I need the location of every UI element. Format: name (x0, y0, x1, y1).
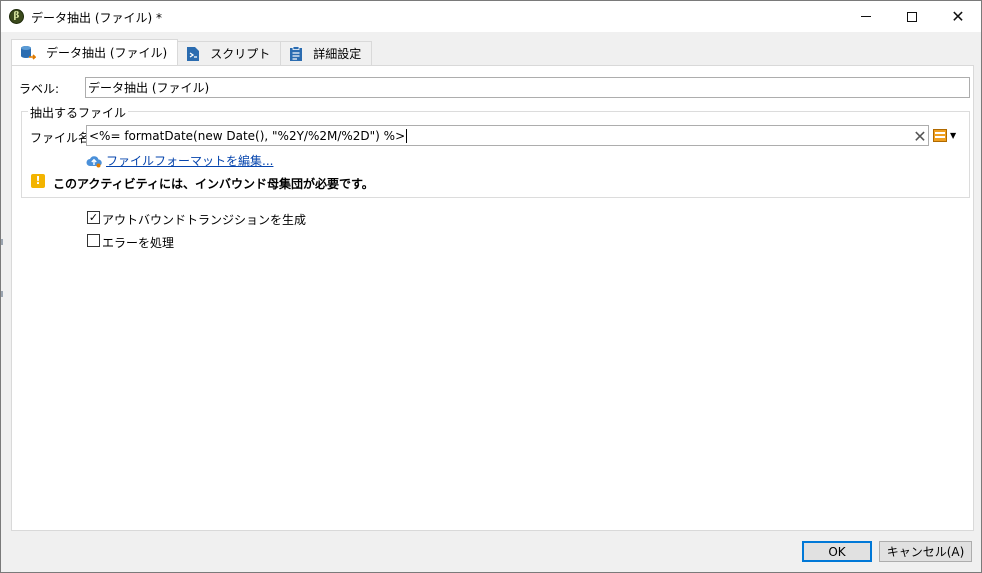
filename-value: <%= formatDate(new Date(), "%2Y/%2M/%2D"… (89, 128, 406, 143)
tab-script[interactable]: スクリプト (177, 41, 282, 65)
ok-button[interactable]: OK (802, 541, 872, 562)
script-file-icon (186, 46, 200, 62)
tab-data-extract[interactable]: データ抽出 (ファイル) (11, 39, 179, 65)
cloud-upload-icon (86, 155, 102, 167)
generate-outbound-checkbox[interactable]: ✓ (87, 211, 100, 224)
title-bar[interactable]: β データ抽出 (ファイル) * ✕ (1, 1, 981, 32)
process-errors-label[interactable]: エラーを処理 (102, 234, 174, 251)
tab-label: スクリプト (210, 47, 271, 61)
close-icon: ✕ (951, 6, 965, 26)
tab-advanced-settings[interactable]: 詳細設定 (280, 41, 373, 65)
text-cursor (406, 128, 408, 143)
edge-mark (1, 239, 3, 245)
warning-message: このアクティビティには、インバウンド母集団が必要です。 (53, 177, 374, 191)
edge-mark (1, 291, 3, 297)
tab-strip: データ抽出 (ファイル) スクリプト 詳細設定 (11, 39, 373, 65)
check-mark-icon: ✓ (88, 211, 99, 224)
expression-editor-button[interactable]: ▼ (933, 129, 956, 142)
window-title: データ抽出 (ファイル) * (31, 11, 162, 25)
tab-label: データ抽出 (ファイル) (46, 46, 168, 60)
tab-panel-data-extract: ラベル: データ抽出 (ファイル) 抽出するファイル ファイル名: <%= fo… (11, 65, 974, 531)
cancel-button[interactable]: キャンセル(A) (879, 541, 972, 562)
file-to-extract-group: 抽出するファイル ファイル名: <%= formatDate(new Date(… (21, 104, 970, 198)
close-button[interactable]: ✕ (935, 1, 981, 32)
dropdown-arrow-icon: ▼ (950, 131, 957, 140)
minimize-icon (861, 16, 871, 17)
app-logo-icon: β (9, 9, 24, 24)
database-extract-icon (20, 45, 36, 61)
process-errors-checkbox[interactable] (87, 234, 100, 247)
maximize-icon (907, 11, 917, 22)
label-caption: ラベル: (19, 82, 60, 96)
dialog-window: β データ抽出 (ファイル) * ✕ データ抽出 (ファイル) スクリプト 詳細… (0, 0, 982, 573)
warning-icon: ! (31, 174, 45, 188)
clipboard-icon (289, 45, 303, 62)
group-title: 抽出するファイル (28, 104, 129, 121)
clear-icon: ✕ (913, 126, 927, 146)
filename-caption: ファイル名: (30, 131, 95, 145)
minimize-button[interactable] (843, 1, 889, 32)
clear-filename-button[interactable]: ✕ (911, 126, 929, 146)
tab-label: 詳細設定 (313, 47, 362, 61)
generate-outbound-label[interactable]: アウトバウンドトランジションを生成 (102, 211, 306, 228)
expression-editor-icon (933, 129, 947, 142)
edit-file-format-row: ファイルフォーマットを編集... (86, 152, 273, 169)
filename-input[interactable]: <%= formatDate(new Date(), "%2Y/%2M/%2D"… (86, 125, 929, 146)
edit-file-format-link[interactable]: ファイルフォーマットを編集... (106, 152, 273, 169)
label-input[interactable]: データ抽出 (ファイル) (85, 77, 970, 98)
maximize-button[interactable] (889, 1, 935, 32)
